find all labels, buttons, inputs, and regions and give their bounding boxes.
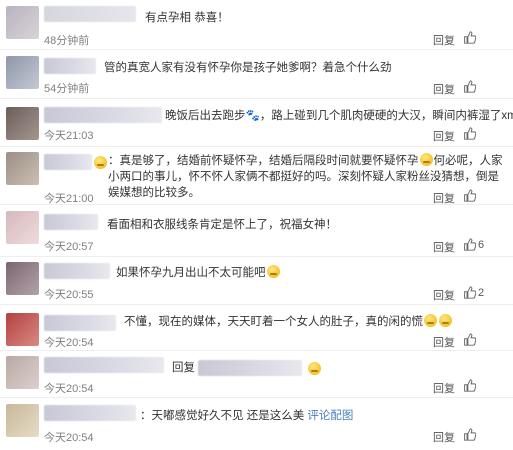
username-blurred[interactable] (44, 357, 164, 373)
emoji-icon (94, 156, 107, 169)
comment-text: ：天嘟感觉好久不见 还是这么美 评论配图 (140, 410, 354, 422)
comment-time: 今天20:54 (44, 432, 94, 444)
username-blurred[interactable] (44, 107, 162, 123)
like-button[interactable] (463, 127, 478, 140)
emoji-icon (266, 265, 280, 278)
like-count: 2 (478, 286, 485, 299)
image-link[interactable]: 评论配图 (307, 410, 353, 422)
comment-text: 回复 (172, 362, 195, 374)
comment-time: 48分钟前 (44, 35, 90, 47)
comment-text: 管的真宽人家有没有怀孕你是孩子她爹啊？着急个什么劲 (104, 62, 392, 74)
like-button[interactable] (463, 80, 478, 93)
comment-time: 今天20:54 (44, 383, 94, 395)
comment-item: 管的真宽人家有没有怀孕你是孩子她爹啊？着急个什么劲 54分钟前 回复 (0, 50, 513, 98)
reply-button[interactable]: 回复 (433, 429, 455, 445)
comment-item: 看面相和衣服线条肯定是怀上了，祝福女神！ 今天20:57 回复 6 (0, 205, 513, 256)
username-blurred[interactable] (44, 405, 136, 421)
thumbs-up-icon (464, 428, 476, 441)
comment-time: 今天21:03 (44, 130, 94, 142)
username-blurred[interactable] (44, 154, 92, 170)
reply-button[interactable]: 回复 (433, 334, 455, 350)
comment-time: 今天20:57 (44, 241, 94, 253)
username-blurred[interactable] (44, 263, 110, 279)
avatar[interactable] (6, 107, 39, 140)
thumbs-up-icon (464, 286, 476, 299)
like-button[interactable] (463, 31, 478, 44)
username-blurred[interactable] (44, 6, 136, 22)
avatar[interactable] (6, 211, 39, 244)
comment-item: 不懂，现在的媒体，天天盯着一个女人的肚子，真的闲的慌 今天20:54 回复 (0, 305, 513, 350)
avatar[interactable] (6, 356, 39, 389)
comment-time: 今天20:55 (44, 289, 94, 301)
reply-button[interactable]: 回复 (433, 239, 455, 255)
reply-button[interactable]: 回复 (433, 380, 455, 396)
like-button[interactable] (463, 428, 478, 441)
comment-text: 不懂，现在的媒体，天天盯着一个女人的肚子，真的闲的慌 (124, 314, 453, 330)
comment-item: 有点孕相 恭喜！ 48分钟前 回复 (0, 0, 513, 49)
like-button[interactable] (463, 333, 478, 346)
username-blurred[interactable] (44, 214, 98, 230)
thumbs-up-icon (464, 238, 476, 251)
comment-time: 54分钟前 (44, 83, 90, 95)
avatar[interactable] (6, 404, 39, 437)
thumbs-up-icon (464, 379, 476, 392)
thumbs-up-icon (464, 189, 476, 202)
avatar[interactable] (6, 6, 39, 39)
comment-time: 今天20:54 (44, 337, 94, 349)
reply-target-blurred[interactable] (198, 360, 302, 376)
like-count: 6 (478, 238, 485, 251)
reply-button[interactable]: 回复 (433, 32, 455, 48)
emoji-icon (424, 314, 437, 327)
emoji-icon (308, 362, 321, 375)
like-button[interactable] (463, 189, 478, 202)
comment-item: 晚饭后出去跑步🐾，路上碰到几个肌肉硬硬的大汉，瞬间内裤湿了xmx 今天21:03… (0, 99, 513, 146)
avatar[interactable] (6, 313, 39, 346)
comment-item: ：天嘟感觉好久不见 还是这么美 评论配图 今天20:54 回复 (0, 398, 513, 450)
comment-text: 看面相和衣服线条肯定是怀上了，祝福女神！ (107, 219, 337, 231)
avatar[interactable] (6, 152, 39, 185)
thumbs-up-icon (464, 80, 476, 93)
like-button[interactable] (463, 379, 478, 392)
reply-button[interactable]: 回复 (433, 128, 455, 144)
thumbs-up-icon (464, 31, 476, 44)
reply-button[interactable]: 回复 (433, 287, 455, 303)
username-blurred[interactable] (44, 315, 116, 331)
like-button[interactable]: 6 (463, 238, 484, 251)
avatar[interactable] (6, 56, 39, 89)
username-blurred[interactable] (44, 58, 96, 74)
avatar[interactable] (6, 262, 39, 295)
emoji-icon (419, 153, 433, 166)
comment-text: 晚饭后出去跑步🐾，路上碰到几个肌肉硬硬的大汉，瞬间内裤湿了xmx (165, 110, 513, 122)
thumbs-up-icon (464, 333, 476, 346)
comment-item: ：真是够了，结婚前怀疑怀孕，结婚后隔段时间就要怀疑怀孕 何必呢，人家小两口的事儿，… (0, 147, 513, 205)
comment-item: 回复 今天20:54 回复 (0, 351, 513, 397)
emoji-icon (439, 314, 452, 327)
like-button[interactable]: 2 (463, 286, 484, 299)
thumbs-up-icon (464, 127, 476, 140)
reply-button[interactable]: 回复 (433, 81, 455, 97)
comment-item: 如果怀孕九月出山不太可能吧 今天20:55 回复 2 (0, 257, 513, 304)
comment-text: 有点孕相 恭喜！ (145, 12, 229, 24)
comment-text: 如果怀孕九月出山不太可能吧 (116, 265, 281, 281)
